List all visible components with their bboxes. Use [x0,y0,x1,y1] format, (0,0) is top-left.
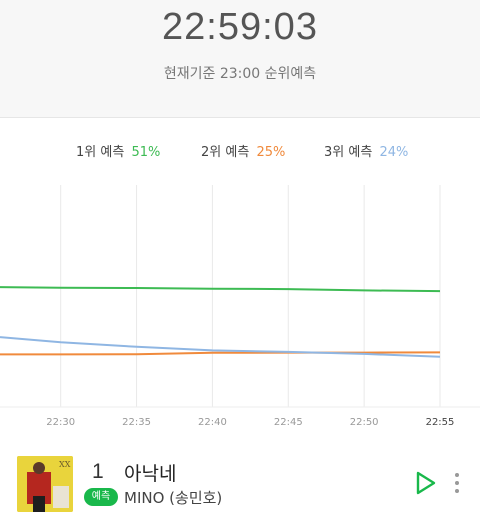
legend-pct: 24% [379,145,409,160]
more-vertical-icon [455,473,459,493]
legend-item-3: 3위 예측 24% [324,141,408,160]
x-tick-label: 22:45 [274,417,303,428]
x-tick-label: 22:40 [198,417,227,428]
x-tick-label: 22:30 [46,417,75,428]
legend-pct: 25% [256,145,286,160]
x-tick-label: 22:50 [350,417,379,428]
album-art-text: XX [59,460,71,469]
legend-item-1: 1위 예측 51% [76,141,160,160]
x-tick-label: 22:35 [122,417,151,428]
prediction-badge: 예측 [84,488,118,506]
prediction-subtitle: 현재기준 23:00 순위예측 [163,66,317,82]
more-button[interactable] [450,468,464,498]
album-art: XX [17,456,73,512]
header-panel: 22:59:03 현재기준 23:00 순위예측 [0,0,480,118]
prediction-chart: 22:30 22:35 22:40 22:45 22:50 22:55 [0,185,480,428]
artist-name[interactable]: MINO (송민호) [124,487,222,508]
x-tick-label: 22:55 [426,417,455,428]
legend-label: 3위 예측 [324,145,373,160]
track-row[interactable]: XX 1 아낙네 예측 MINO (송민호) [0,450,480,521]
current-time: 22:59:03 [162,6,318,48]
legend-pct: 51% [131,145,161,160]
rank-number: 1 [92,460,104,483]
play-button[interactable] [414,470,438,496]
series-line-1 [0,286,441,293]
play-icon [416,471,436,495]
legend-item-2: 2위 예측 25% [201,141,285,160]
legend-label: 2위 예측 [201,145,250,160]
song-title[interactable]: 아낙네 [124,459,176,486]
legend-label: 1위 예측 [76,145,125,160]
